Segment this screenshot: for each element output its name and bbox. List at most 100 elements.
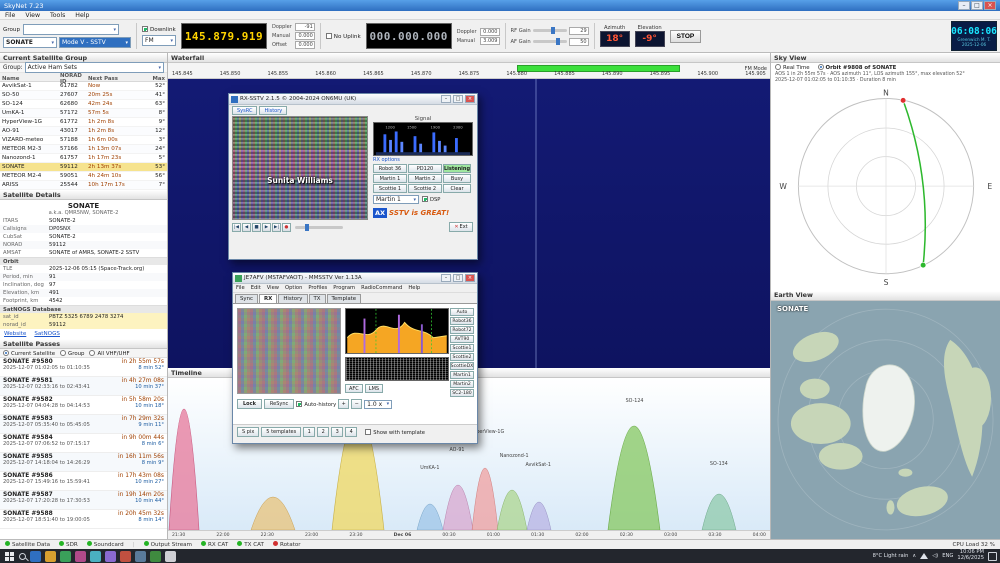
close-button[interactable]: × <box>984 1 996 10</box>
mode-scottie2-button[interactable]: Scottie 2 <box>408 184 442 193</box>
taskbar-app-icon[interactable] <box>165 550 176 562</box>
close-button[interactable]: × <box>465 274 475 282</box>
taskbar-app-icon[interactable] <box>105 550 116 562</box>
table-row[interactable]: HyperView-1G 61772 1h 2m 8s 9° <box>0 118 167 127</box>
taskbar-app-icon[interactable] <box>90 550 101 562</box>
lock-button[interactable]: Lock <box>237 399 262 409</box>
transmitter-combo[interactable]: Mode V - SSTV ▾ <box>59 37 131 48</box>
hidden-icons-chevron[interactable]: ∧ <box>912 553 916 559</box>
templates-button[interactable]: 5 templates <box>261 427 302 437</box>
page-1-button[interactable]: 1 <box>303 427 316 437</box>
downlink-mode-combo[interactable]: FM ▾ <box>142 35 176 46</box>
menu-profiles[interactable]: Profiles <box>308 285 327 291</box>
menu-file[interactable]: File <box>236 285 245 291</box>
ul-manual-value[interactable]: 3.009 <box>479 36 500 45</box>
mode-martin2-button[interactable]: Martin 2 <box>408 174 442 183</box>
pass-list-item[interactable]: SONATE #9588 in 20h 45m 32s 2025-12-07 18:… <box>0 510 167 529</box>
table-row[interactable]: METEOR M2-3 57166 1h 13m 07s 24° <box>0 145 167 154</box>
page-2-button[interactable]: 2 <box>317 427 330 437</box>
table-row[interactable]: UmKA-1 57172 57m 5s 8° <box>0 109 167 118</box>
earth-view-map[interactable]: SONATE <box>771 300 1000 539</box>
taskbar-app-icon[interactable] <box>60 550 71 562</box>
menu-program[interactable]: Program <box>333 285 355 291</box>
volume-icon[interactable]: ◁) <box>932 553 938 559</box>
mode-scottie1-button[interactable]: Scottie 1 <box>373 184 407 193</box>
mode-scottiedx-button[interactable]: ScottieDX <box>450 362 474 370</box>
pass-list-item[interactable]: SONATE #9585 in 16h 11m 56s 2025-12-07 14:… <box>0 453 167 472</box>
group-combo[interactable]: ▾ <box>23 24 120 35</box>
network-icon[interactable] <box>920 553 929 559</box>
mode-robot36-button[interactable]: Robot36 <box>450 317 474 325</box>
dl-manual-value[interactable]: 0.000 <box>294 32 315 40</box>
active-group-combo[interactable]: Active Ham Sets ▾ <box>24 62 164 73</box>
pass-list-item[interactable]: SONATE #9581 in 4h 27m 08s 2025-12-07 02:3… <box>0 377 167 396</box>
tab-tx[interactable]: TX <box>308 294 326 303</box>
tab-sysrc[interactable]: SysRC <box>232 106 258 115</box>
spix-button[interactable]: S pix <box>237 427 260 437</box>
pass-list-item[interactable]: SONATE #9580 in 2h 55m 57s 2025-12-07 01:0… <box>0 358 167 377</box>
menu-view[interactable]: View <box>25 12 40 19</box>
taskbar-app-icon[interactable] <box>135 550 146 562</box>
tab-history[interactable]: History <box>259 106 288 115</box>
af-gain-slider[interactable] <box>532 38 567 45</box>
table-row[interactable]: Nanozond-1 61757 1h 17m 23s 5° <box>0 154 167 163</box>
mode-auto-button[interactable]: Auto <box>450 308 474 316</box>
stop-playback-button[interactable]: ■ <box>252 223 261 232</box>
mode-pd120-button[interactable]: PD120 <box>408 164 442 173</box>
pass-list-item[interactable]: SONATE #9583 in 7h 29m 32s 2025-12-07 05:3… <box>0 415 167 434</box>
minimize-button[interactable]: – <box>441 95 451 103</box>
zoom-in-icon[interactable]: + <box>338 399 350 409</box>
polar-sky-plot[interactable]: N E S W <box>775 88 997 288</box>
mode-select-combo[interactable]: Martin 1 ▾ <box>373 195 419 204</box>
skip-start-button[interactable]: |◀ <box>232 223 241 232</box>
language-indicator[interactable]: ENG <box>942 553 953 559</box>
no-uplink-checkbox[interactable]: No Uplink <box>325 32 361 40</box>
taskbar-app-icon[interactable] <box>150 550 161 562</box>
maximize-button[interactable]: □ <box>453 274 463 282</box>
mode-martin1-button[interactable]: Martin1 <box>450 371 474 379</box>
mode-martin1-button[interactable]: Martin 1 <box>373 174 407 183</box>
menu-help[interactable]: Help <box>75 12 89 19</box>
rf-gain-slider[interactable] <box>532 27 567 34</box>
pass-list-item[interactable]: SONATE #9587 in 19h 14m 20s 2025-12-07 17:… <box>0 491 167 510</box>
table-row[interactable]: VIZARD-meteo 57188 1h 6m 00s 3° <box>0 136 167 145</box>
realtime-radio[interactable]: Real Time <box>775 64 810 71</box>
mode-avt90-button[interactable]: AVT90 <box>450 335 474 343</box>
table-row[interactable]: SO-50 27607 20m 25s 41° <box>0 91 167 100</box>
pass-list-item[interactable]: SONATE #9586 in 17h 43m 08s 2025-12-07 15:… <box>0 472 167 491</box>
satellite-combo[interactable]: SONATE ▾ <box>3 37 57 48</box>
record-button[interactable]: ● <box>282 223 291 232</box>
prev-button[interactable]: ◀ <box>242 223 251 232</box>
auto-history-checkbox[interactable]: Auto-history <box>296 400 336 408</box>
tab-rx[interactable]: RX <box>259 294 278 303</box>
menu-radiocommand[interactable]: RadioCommand <box>361 285 402 291</box>
maximize-button[interactable]: □ <box>453 95 463 103</box>
start-button[interactable] <box>3 550 15 562</box>
notification-center-icon[interactable] <box>988 551 997 561</box>
lms-toggle[interactable]: LMS <box>364 384 384 393</box>
menu-help[interactable]: Help <box>408 285 420 291</box>
tab-history[interactable]: History <box>278 294 308 303</box>
stop-button[interactable]: STOP <box>669 29 702 43</box>
sstv-rx-titlebar[interactable]: RX-SSTV 2.1.5 © 2004-2024 ON6MU (UK) – □… <box>229 94 477 105</box>
taskbar-clock[interactable]: 10:06 PM 12/6/2025 <box>957 549 984 562</box>
mode-scottie1-button[interactable]: Scottie1 <box>450 344 474 352</box>
exit-button[interactable]: ✕ Ext <box>449 222 473 232</box>
zoom-out-icon[interactable]: − <box>351 399 363 409</box>
table-row[interactable]: METEOR M2-4 59051 4h 24m 10s 56° <box>0 172 167 181</box>
menu-option[interactable]: Option <box>285 285 302 291</box>
skip-end-button[interactable]: ▶| <box>272 223 281 232</box>
sstv-rx-window[interactable]: RX-SSTV 2.1.5 © 2004-2024 ON6MU (UK) – □… <box>228 93 478 260</box>
clear-button[interactable]: Clear <box>443 184 471 193</box>
zoom-combo[interactable]: 1.0 x ▾ <box>364 399 393 409</box>
table-row[interactable]: AO-91 43017 1h 2m 8s 12° <box>0 127 167 136</box>
filter-all-vhf-uhf[interactable]: All VHF/UHF <box>89 349 130 357</box>
close-button[interactable]: × <box>465 95 475 103</box>
pass-list-item[interactable]: SONATE #9582 in 5h 58m 20s 2025-12-07 04:0… <box>0 396 167 415</box>
mode-robot72-button[interactable]: Robot72 <box>450 326 474 334</box>
maximize-button[interactable]: □ <box>971 1 983 10</box>
resync-button[interactable]: ReSync <box>263 399 295 409</box>
table-row[interactable]: AvvikSat-1 61782 Now 52° <box>0 82 167 91</box>
website-link[interactable]: Website <box>4 331 26 337</box>
show-template-checkbox[interactable]: Show with template <box>365 428 425 436</box>
